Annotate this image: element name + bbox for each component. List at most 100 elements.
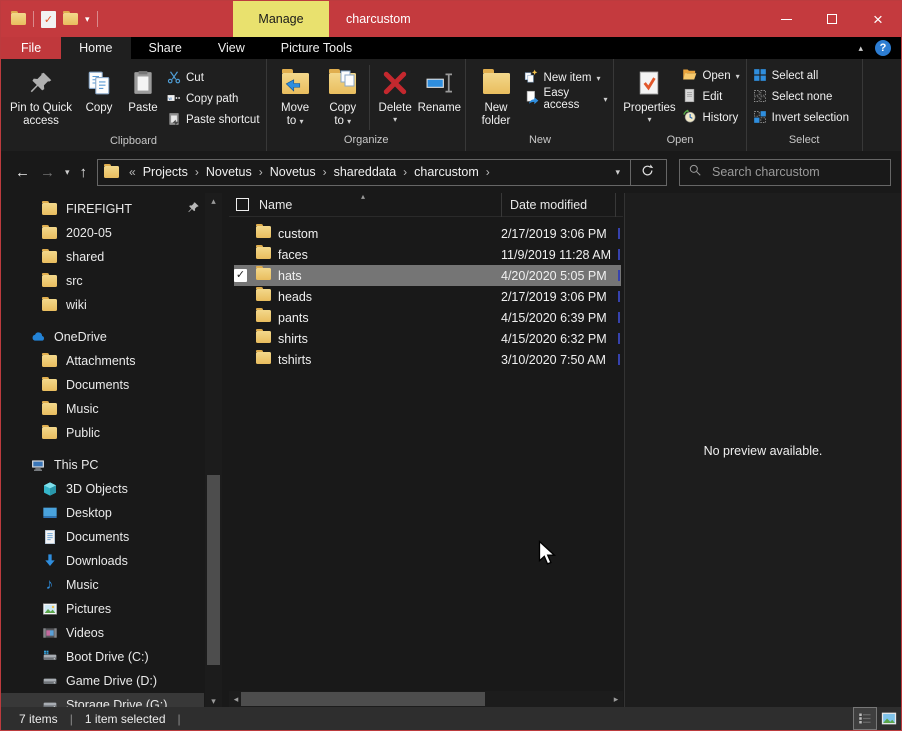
search-input[interactable] bbox=[710, 164, 882, 180]
chevron-right-icon[interactable]: › bbox=[191, 165, 203, 179]
sidebar-item[interactable]: OneDrive bbox=[1, 325, 204, 349]
rename-button[interactable]: Rename bbox=[417, 63, 461, 118]
sidebar-item[interactable]: shared bbox=[1, 245, 204, 269]
breadcrumb-overflow[interactable]: « bbox=[125, 165, 140, 179]
up-button[interactable]: ↑ bbox=[80, 164, 88, 181]
properties-button[interactable]: Properties ▾ bbox=[618, 63, 680, 127]
history-button[interactable]: History bbox=[682, 109, 739, 127]
breadcrumb-item[interactable]: Novetus bbox=[203, 165, 255, 179]
delete-button[interactable]: Delete ▾ bbox=[373, 63, 417, 127]
scroll-up-icon[interactable]: ▴ bbox=[205, 193, 222, 209]
sidebar-item[interactable]: 2020-05 bbox=[1, 221, 204, 245]
scroll-thumb[interactable] bbox=[241, 692, 485, 706]
column-header-date[interactable]: Date modified bbox=[501, 193, 616, 217]
collapse-ribbon-icon[interactable]: ▴ bbox=[858, 43, 863, 54]
sidebar-item[interactable]: Boot Drive (C:) bbox=[1, 645, 204, 669]
cut-button[interactable]: Cut bbox=[167, 69, 260, 87]
sidebar-item[interactable]: Desktop bbox=[1, 501, 204, 525]
details-view-button[interactable] bbox=[853, 707, 877, 730]
open-button[interactable]: Open ▾ bbox=[682, 67, 739, 85]
forward-button[interactable]: → bbox=[40, 164, 55, 181]
new-item-button[interactable]: New item ▾ bbox=[524, 69, 608, 87]
address-dropdown-icon[interactable]: ▾ bbox=[605, 167, 630, 178]
select-all-button[interactable]: Select all bbox=[753, 67, 849, 85]
selected-count: 1 item selected bbox=[85, 712, 166, 726]
breadcrumb-item[interactable]: Novetus bbox=[267, 165, 319, 179]
sidebar-item[interactable]: src bbox=[1, 269, 204, 293]
copy-button[interactable]: Copy bbox=[77, 63, 121, 118]
copy-path-button[interactable]: w Copy path bbox=[167, 90, 260, 108]
tab-manage[interactable]: Manage bbox=[233, 1, 329, 37]
tab-picture-tools[interactable]: Picture Tools bbox=[263, 37, 370, 59]
file-list-header: Name ▴ Date modified bbox=[229, 193, 623, 217]
scroll-right-icon[interactable]: ▸ bbox=[609, 694, 623, 705]
main-content: FIREFIGHT2020-05 shared srcwiki OneDriveAtt… bbox=[1, 193, 901, 709]
sidebar-item[interactable]: FIREFIGHT bbox=[1, 197, 204, 221]
maximize-button[interactable] bbox=[809, 1, 855, 37]
minimize-button[interactable] bbox=[763, 1, 809, 37]
help-icon[interactable]: ? bbox=[875, 40, 891, 56]
paste-shortcut-button[interactable]: Paste shortcut bbox=[167, 111, 260, 129]
sidebar-item[interactable]: Documents bbox=[1, 373, 204, 397]
horizontal-scrollbar[interactable]: ◂ ▸ bbox=[229, 691, 623, 707]
chevron-down-icon[interactable]: ▾ bbox=[85, 14, 90, 25]
properties-check-icon[interactable]: ✓ bbox=[41, 11, 56, 28]
sidebar-item-label: shared bbox=[66, 250, 104, 264]
sidebar-item[interactable]: Downloads bbox=[1, 549, 204, 573]
tab-view[interactable]: View bbox=[200, 37, 263, 59]
chevron-right-icon[interactable]: › bbox=[482, 165, 494, 179]
edit-button[interactable]: Edit bbox=[682, 88, 739, 106]
breadcrumb-item[interactable]: charcustom bbox=[411, 165, 482, 179]
easy-access-button[interactable]: Easy access ▾ bbox=[524, 90, 608, 108]
move-to-button[interactable]: Move to ▾ bbox=[271, 63, 319, 131]
table-row[interactable]: faces11/9/2019 11:28 AM bbox=[234, 244, 621, 265]
copy-to-button[interactable]: Copy to ▾ bbox=[319, 63, 366, 131]
search-box[interactable] bbox=[679, 159, 891, 186]
refresh-icon[interactable] bbox=[631, 164, 664, 180]
select-none-button[interactable]: Select none bbox=[753, 88, 849, 106]
sidebar-item[interactable]: Pictures bbox=[1, 597, 204, 621]
tab-share[interactable]: Share bbox=[131, 37, 200, 59]
chevron-right-icon[interactable]: › bbox=[319, 165, 331, 179]
chevron-right-icon[interactable]: › bbox=[255, 165, 267, 179]
select-all-checkbox[interactable] bbox=[236, 198, 249, 211]
nav-scrollbar[interactable]: ▴ ▾ bbox=[205, 193, 222, 709]
breadcrumb: Projects›Novetus›Novetus›shareddata›char… bbox=[140, 165, 494, 179]
invert-selection-button[interactable]: Invert selection bbox=[753, 109, 849, 127]
recent-locations-icon[interactable]: ▾ bbox=[65, 167, 70, 178]
tab-file[interactable]: File bbox=[1, 37, 61, 59]
table-row[interactable]: ✓hats4/20/2020 5:05 PM bbox=[234, 265, 621, 286]
close-button[interactable]: × bbox=[855, 1, 901, 37]
address-bar[interactable]: « Projects›Novetus›Novetus›shareddata›ch… bbox=[97, 159, 667, 186]
sidebar-item[interactable]: 3D Objects bbox=[1, 477, 204, 501]
pin-to-quick-access-button[interactable]: Pin to Quick access bbox=[5, 63, 77, 131]
large-icons-view-button[interactable] bbox=[877, 707, 901, 730]
new-folder-button[interactable]: New folder bbox=[470, 63, 521, 131]
sidebar-item[interactable]: Videos bbox=[1, 621, 204, 645]
table-row[interactable]: tshirts3/10/2020 7:50 AM bbox=[234, 349, 621, 370]
table-row[interactable]: shirts4/15/2020 6:32 PM bbox=[234, 328, 621, 349]
table-row[interactable]: heads2/17/2019 3:06 PM bbox=[234, 286, 621, 307]
sidebar-item[interactable]: Music bbox=[1, 397, 204, 421]
folder-icon[interactable] bbox=[63, 13, 78, 25]
back-button[interactable]: ← bbox=[15, 164, 30, 181]
table-row[interactable]: pants4/15/2020 6:39 PM bbox=[234, 307, 621, 328]
folder-icon[interactable] bbox=[11, 13, 26, 25]
sidebar-item[interactable]: This PC bbox=[1, 453, 204, 477]
sidebar-item[interactable]: Documents bbox=[1, 525, 204, 549]
sidebar-item[interactable]: Public bbox=[1, 421, 204, 445]
sidebar-item[interactable]: wiki bbox=[1, 293, 204, 317]
tab-home[interactable]: Home bbox=[61, 37, 130, 59]
scroll-thumb[interactable] bbox=[207, 475, 220, 665]
sidebar-item[interactable]: Game Drive (D:) bbox=[1, 669, 204, 693]
breadcrumb-item[interactable]: shareddata bbox=[331, 165, 400, 179]
table-row[interactable]: custom2/17/2019 3:06 PM bbox=[234, 223, 621, 244]
paste-button[interactable]: Paste bbox=[121, 63, 165, 118]
column-header-name[interactable]: Name bbox=[259, 198, 292, 212]
breadcrumb-item[interactable]: Projects bbox=[140, 165, 191, 179]
sidebar-item[interactable]: Attachments bbox=[1, 349, 204, 373]
row-checkbox[interactable]: ✓ bbox=[234, 269, 256, 282]
sidebar-item[interactable]: ♪Music bbox=[1, 573, 204, 597]
chevron-right-icon[interactable]: › bbox=[399, 165, 411, 179]
sidebar-item-label: Music bbox=[66, 402, 99, 416]
